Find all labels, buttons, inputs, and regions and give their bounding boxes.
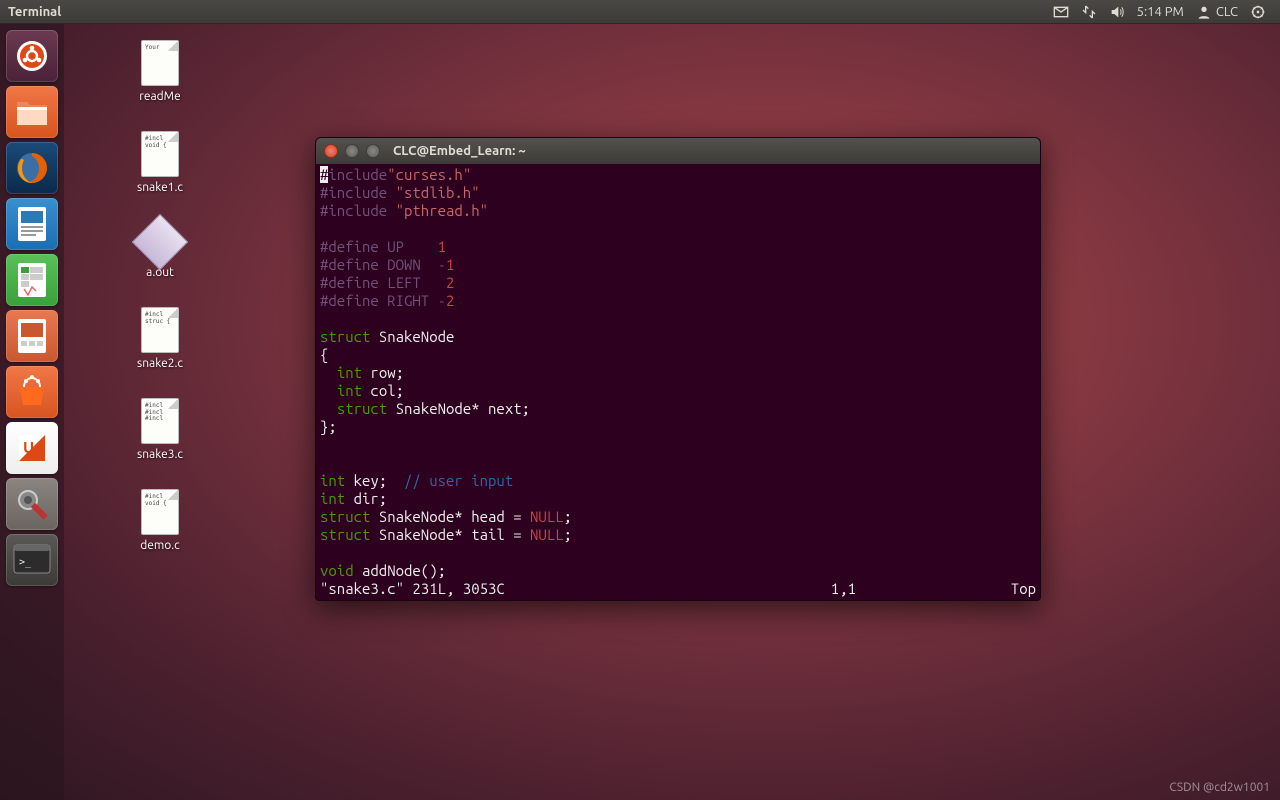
file-icon: #incl void { xyxy=(141,131,179,177)
launcher-terminal[interactable]: >_ xyxy=(6,534,58,586)
code-token: "stdlib.h" xyxy=(396,184,480,201)
code-token: SnakeNode* tail = xyxy=(370,526,530,543)
launcher-files[interactable] xyxy=(6,86,58,138)
code-token: dir; xyxy=(345,490,387,507)
volume-icon[interactable] xyxy=(1109,4,1125,20)
code-token: key; xyxy=(345,472,404,489)
code-token: void xyxy=(320,562,354,579)
code-token: struct xyxy=(320,328,370,345)
code-token: 1 xyxy=(438,238,446,255)
code-token: #define UP xyxy=(320,238,438,255)
code-token: int xyxy=(320,490,345,507)
code-token: 2 xyxy=(446,292,454,309)
window-minimize-button[interactable] xyxy=(345,144,359,158)
code-token: col; xyxy=(362,382,404,399)
code-token: SnakeNode* head = xyxy=(370,508,530,525)
code-token: SnakeNode* next; xyxy=(387,400,530,417)
code-token: include xyxy=(328,166,387,183)
desktop-file-snake1[interactable]: #incl void { snake1.c xyxy=(120,131,200,194)
code-token: struct xyxy=(320,508,370,525)
code-token: struct xyxy=(337,400,387,417)
file-icon: Your xyxy=(141,40,179,86)
window-close-button[interactable] xyxy=(324,144,338,158)
desktop-icons: Your readMe #incl void { snake1.c a.out … xyxy=(120,40,200,552)
code-token: #define RIGHT - xyxy=(320,292,446,309)
code-token: #define DOWN - xyxy=(320,256,446,273)
code-token: row; xyxy=(362,364,404,381)
file-label: snake2.c xyxy=(137,357,183,370)
top-menu-bar: Terminal 5:14 PM CLC xyxy=(0,0,1280,24)
code-token: #define LEFT xyxy=(320,274,446,291)
vim-cursor-pos: 1,1 xyxy=(505,580,976,598)
launcher-software-center[interactable] xyxy=(6,366,58,418)
unity-launcher: U >_ xyxy=(0,24,64,800)
vim-status-line: "snake3.c" 231L, 3053C1,1Top xyxy=(320,580,1036,598)
executable-icon xyxy=(132,214,189,271)
desktop-file-snake2[interactable]: #incl struc { snake2.c xyxy=(120,307,200,370)
code-token: #include xyxy=(320,202,396,219)
code-token: 1 xyxy=(446,256,454,273)
terminal-content[interactable]: #include"curses.h" #include "stdlib.h" #… xyxy=(316,164,1040,600)
code-token: int xyxy=(337,382,362,399)
code-token: SnakeNode xyxy=(370,328,454,345)
code-token: struct xyxy=(320,526,370,543)
launcher-dash[interactable] xyxy=(6,30,58,82)
user-label: CLC xyxy=(1216,5,1238,19)
code-token: NULL xyxy=(530,526,564,543)
clock-label[interactable]: 5:14 PM xyxy=(1137,5,1184,19)
file-icon: #incl struc { xyxy=(141,307,179,353)
network-icon[interactable] xyxy=(1081,4,1097,20)
vim-scroll-pos: Top xyxy=(976,580,1036,598)
code-token: }; xyxy=(320,418,337,435)
desktop-file-demo[interactable]: #incl void { demo.c xyxy=(120,489,200,552)
code-token: #include xyxy=(320,184,396,201)
code-token: 2 xyxy=(446,274,454,291)
code-token: int xyxy=(320,472,345,489)
code-token: "curses.h" xyxy=(387,166,471,183)
window-titlebar[interactable]: CLC@Embed_Learn: ~ xyxy=(316,138,1040,164)
watermark: CSDN @cd2w1001 xyxy=(1169,781,1270,794)
active-app-label: Terminal xyxy=(8,5,61,19)
launcher-settings[interactable] xyxy=(6,478,58,530)
code-token: "pthread.h" xyxy=(396,202,488,219)
file-icon: #incl #incl #incl xyxy=(141,398,179,444)
launcher-writer[interactable] xyxy=(6,198,58,250)
launcher-impress[interactable] xyxy=(6,310,58,362)
file-label: readMe xyxy=(139,90,180,103)
mail-icon[interactable] xyxy=(1053,4,1069,20)
code-token: NULL xyxy=(530,508,564,525)
terminal-window[interactable]: CLC@Embed_Learn: ~ #include"curses.h" #i… xyxy=(315,137,1041,601)
file-label: snake3.c xyxy=(137,448,183,461)
code-token: // user input xyxy=(404,472,513,489)
power-icon[interactable] xyxy=(1250,4,1266,20)
desktop-file-readme[interactable]: Your readMe xyxy=(120,40,200,103)
window-title: CLC@Embed_Learn: ~ xyxy=(393,144,526,158)
window-maximize-button[interactable] xyxy=(366,144,380,158)
file-label: demo.c xyxy=(140,539,179,552)
code-token: addNode(); xyxy=(354,562,446,579)
vim-file-info: "snake3.c" 231L, 3053C xyxy=(320,580,505,598)
launcher-ubuntu-one[interactable]: U xyxy=(6,422,58,474)
desktop-file-snake3[interactable]: #incl #incl #incl snake3.c xyxy=(120,398,200,461)
launcher-firefox[interactable] xyxy=(6,142,58,194)
launcher-calc[interactable] xyxy=(6,254,58,306)
code-token: ; xyxy=(564,508,572,525)
file-label: snake1.c xyxy=(137,181,183,194)
svg-text:U: U xyxy=(23,439,34,457)
user-menu[interactable]: CLC xyxy=(1196,4,1238,20)
code-token: { xyxy=(320,346,328,363)
file-icon: #incl void { xyxy=(141,489,179,535)
code-token: ; xyxy=(564,526,572,543)
code-token: int xyxy=(337,364,362,381)
desktop-file-aout[interactable]: a.out xyxy=(120,222,200,279)
svg-text:>_: >_ xyxy=(19,557,32,568)
